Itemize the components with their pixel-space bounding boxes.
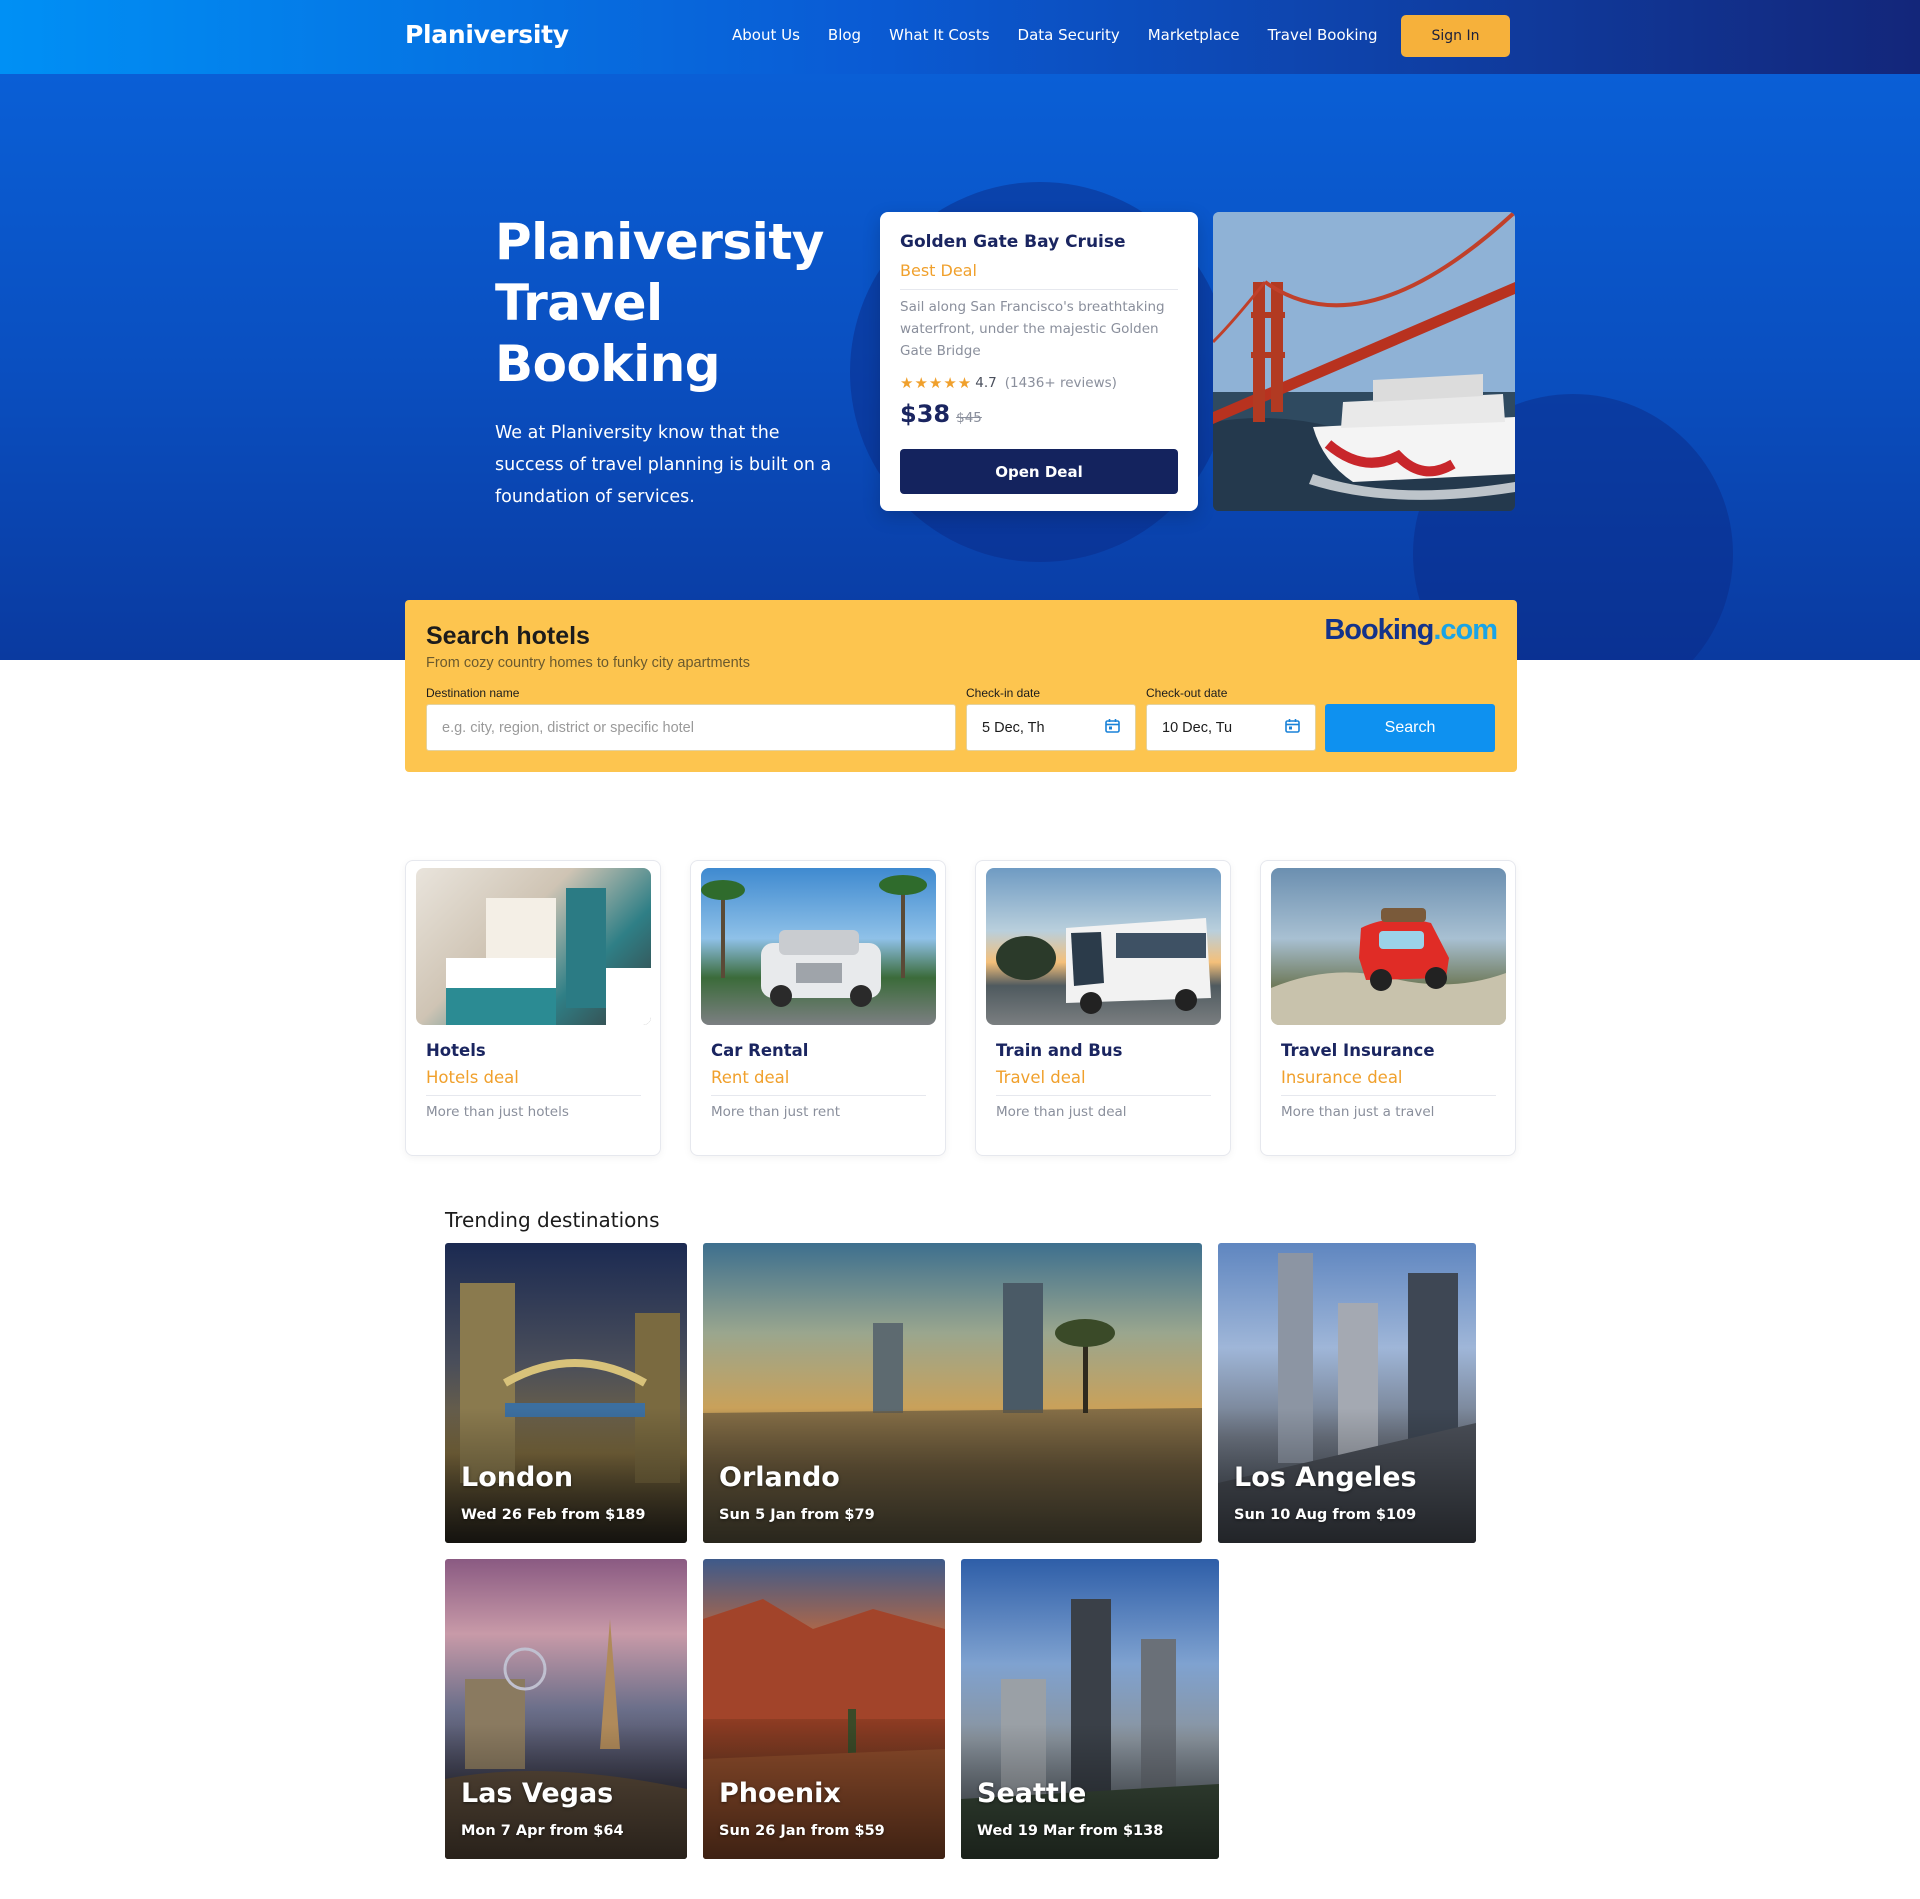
checkout-date-field[interactable]: 10 Dec, Tu: [1146, 704, 1316, 751]
destination-field: [426, 704, 956, 751]
destination-tile-phoenix[interactable]: Phoenix Sun 26 Jan from $59: [703, 1559, 945, 1859]
calendar-icon: [1105, 718, 1120, 738]
old-price: $45: [956, 410, 982, 426]
destination-info: Mon 7 Apr from $64: [461, 1823, 624, 1839]
destination-tile-los-angeles[interactable]: Los Angeles Sun 10 Aug from $109: [1218, 1243, 1476, 1543]
destination-info: Wed 26 Feb from $189: [461, 1507, 646, 1523]
search-title: Search hotels: [426, 622, 590, 650]
hero-section: Planiversity Travel Booking We at Planiv…: [0, 74, 1920, 660]
sign-in-button[interactable]: Sign In: [1401, 15, 1510, 57]
review-count: (1436+ reviews): [1004, 375, 1117, 391]
destination-info: Wed 19 Mar from $138: [977, 1823, 1164, 1839]
destination-input[interactable]: [442, 719, 940, 736]
deal-tag: Best Deal: [900, 261, 977, 280]
hotel-room-image: [416, 868, 651, 1025]
search-button[interactable]: Search: [1325, 704, 1495, 752]
service-card-car-rental[interactable]: Car Rental Rent deal More than just rent: [690, 860, 946, 1156]
destination-city: London: [461, 1462, 574, 1493]
destination-tile-seattle[interactable]: Seattle Wed 19 Mar from $138: [961, 1559, 1219, 1859]
checkin-value: 5 Dec, Th: [982, 719, 1045, 736]
deal-price: $38 $45: [900, 400, 1178, 428]
destination-info: Sun 5 Jan from $79: [719, 1507, 875, 1523]
hero-title: Planiversity Travel Booking: [495, 213, 824, 393]
checkin-date-field[interactable]: 5 Dec, Th: [966, 704, 1136, 751]
deal-description: Sail along San Francisco's breathtaking …: [900, 299, 1165, 359]
search-hotels-widget: Search hotels From cozy country homes to…: [405, 600, 1517, 772]
featured-deal-card: Golden Gate Bay Cruise Best Deal Sail al…: [880, 212, 1198, 511]
main-nav: About Us Blog What It Costs Data Securit…: [732, 26, 1406, 44]
calendar-icon: [1285, 718, 1300, 738]
service-tag: Insurance deal: [1281, 1068, 1403, 1087]
divider: [711, 1095, 926, 1096]
service-tag: Rent deal: [711, 1068, 790, 1087]
booking-com-logo: Booking.com: [1324, 614, 1498, 646]
destination-city: Seattle: [977, 1778, 1087, 1809]
bus-image: [986, 868, 1221, 1025]
top-navbar: Planiversity About Us Blog What It Costs…: [0, 0, 1920, 74]
divider: [1281, 1095, 1496, 1096]
nav-marketplace[interactable]: Marketplace: [1148, 26, 1240, 44]
star-rating-icon: ★★★★★: [900, 374, 973, 392]
deal-title: Golden Gate Bay Cruise: [900, 232, 1126, 252]
checkin-label: Check-in date: [966, 686, 1041, 700]
nav-data-security[interactable]: Data Security: [1018, 26, 1120, 44]
destination-label: Destination name: [426, 686, 520, 700]
service-tag: Hotels deal: [426, 1068, 519, 1087]
current-price: $38: [900, 400, 951, 428]
destination-tile-las-vegas[interactable]: Las Vegas Mon 7 Apr from $64: [445, 1559, 687, 1859]
golden-gate-cruise-image: [1213, 212, 1515, 511]
destination-city: Orlando: [719, 1462, 840, 1493]
site-logo[interactable]: Planiversity: [405, 20, 569, 49]
destination-city: Las Vegas: [461, 1778, 614, 1809]
hero-subtitle: We at Planiversity know that the success…: [495, 423, 832, 507]
nav-travel-booking[interactable]: Travel Booking: [1268, 26, 1378, 44]
insurance-car-image: [1271, 868, 1506, 1025]
destination-tile-orlando[interactable]: Orlando Sun 5 Jan from $79: [703, 1243, 1202, 1543]
destination-info: Sun 10 Aug from $109: [1234, 1507, 1417, 1523]
destination-city: Los Angeles: [1234, 1462, 1417, 1493]
service-desc: More than just rent: [711, 1104, 841, 1120]
service-desc: More than just hotels: [426, 1104, 569, 1120]
destination-tile-london[interactable]: London Wed 26 Feb from $189: [445, 1243, 687, 1543]
service-name: Travel Insurance: [1281, 1041, 1435, 1060]
service-card-travel-insurance[interactable]: Travel Insurance Insurance deal More tha…: [1260, 860, 1516, 1156]
checkout-value: 10 Dec, Tu: [1162, 719, 1233, 736]
nav-about-us[interactable]: About Us: [732, 26, 800, 44]
nav-blog[interactable]: Blog: [828, 26, 861, 44]
service-card-hotels[interactable]: Hotels Hotels deal More than just hotels: [405, 860, 661, 1156]
rating-value: 4.7: [975, 375, 997, 391]
checkout-label: Check-out date: [1146, 686, 1228, 700]
nav-what-it-costs[interactable]: What It Costs: [889, 26, 989, 44]
search-subtitle: From cozy country homes to funky city ap…: [426, 655, 750, 671]
service-desc: More than just deal: [996, 1104, 1127, 1120]
destination-city: Phoenix: [719, 1778, 841, 1809]
divider: [996, 1095, 1211, 1096]
divider: [900, 289, 1178, 290]
service-name: Hotels: [426, 1041, 486, 1060]
open-deal-button[interactable]: Open Deal: [900, 449, 1178, 494]
golden-gate-cruise-illustration: [1213, 212, 1515, 511]
trending-heading: Trending destinations: [445, 1208, 660, 1232]
service-tag: Travel deal: [996, 1068, 1086, 1087]
service-desc: More than just a travel: [1281, 1104, 1435, 1120]
car-rental-image: [701, 868, 936, 1025]
destination-info: Sun 26 Jan from $59: [719, 1823, 885, 1839]
service-card-train-bus[interactable]: Train and Bus Travel deal More than just…: [975, 860, 1231, 1156]
divider: [426, 1095, 641, 1096]
service-name: Car Rental: [711, 1041, 809, 1060]
service-name: Train and Bus: [996, 1041, 1123, 1060]
deal-rating: ★★★★★ 4.7 (1436+ reviews): [900, 374, 1178, 392]
